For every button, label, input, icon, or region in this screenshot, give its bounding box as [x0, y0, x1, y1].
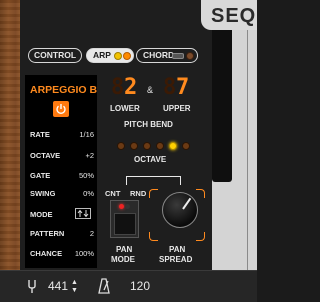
chord-led-icon: [186, 52, 194, 60]
tuning-fork-icon: [28, 280, 36, 293]
tuning-stepper[interactable]: ▲▼: [71, 279, 78, 295]
arp-led-orange-icon: [123, 52, 131, 60]
power-icon: [56, 104, 66, 115]
octave-led-1[interactable]: [117, 142, 125, 150]
octave-led-5[interactable]: [169, 142, 177, 150]
pan-mode-switch-body[interactable]: [114, 213, 136, 235]
up-down-arrows-icon[interactable]: [75, 208, 91, 219]
synth-window: SEQ CONTROL ARP CHORD ARPEGGIO B RATE 1/…: [0, 0, 257, 302]
tab-control-label: CONTROL: [33, 50, 77, 60]
octave-led-6[interactable]: [182, 142, 190, 150]
chord-slot-icon: [172, 53, 184, 59]
param-label: RATE: [30, 130, 50, 139]
pan-spread-label-2: SPREAD: [159, 255, 193, 264]
lower-lcd-digit[interactable]: 2: [124, 77, 137, 99]
param-label: CHANCE: [30, 249, 63, 258]
pan-mode-label-2: MODE: [111, 255, 135, 264]
tab-control[interactable]: CONTROL: [28, 48, 82, 63]
param-label: OCTAVE: [30, 151, 61, 160]
tuning-value[interactable]: 441: [48, 279, 68, 293]
pitch-bend-upper-value: 7: [176, 75, 190, 100]
metronome-icon[interactable]: [98, 278, 110, 294]
pan-mode-switch[interactable]: [110, 200, 139, 238]
pitch-bend-title: PITCH BEND: [124, 120, 173, 129]
param-label: PATTERN: [30, 229, 65, 238]
param-value[interactable]: +2: [85, 151, 94, 160]
frame-corner: [196, 232, 205, 241]
lcd-ghost: 8: [163, 75, 177, 100]
lcd-ghost: 8: [111, 75, 125, 100]
arp-led-yellow-icon: [114, 52, 122, 60]
tab-arp-label: ARP: [93, 50, 111, 60]
bottom-bar: 441 ▲▼ 120: [0, 270, 257, 302]
brand-logo: SEQ: [201, 0, 257, 30]
frame-corner: [149, 232, 158, 241]
key-divider: [247, 30, 248, 270]
param-label: GATE: [30, 171, 51, 180]
upper-label: UPPER: [163, 104, 191, 113]
pan-spread-label-1: PAN: [169, 245, 186, 254]
brand-text: SEQ: [211, 5, 257, 27]
octave-label: OCTAVE: [134, 155, 167, 164]
pan-cnt-label: CNT: [105, 189, 121, 198]
pitch-bend-amp: &: [147, 85, 154, 95]
pan-mode-led-icon: [119, 204, 124, 209]
arp-title[interactable]: ARPEGGIO B: [30, 84, 97, 96]
param-value[interactable]: 0%: [83, 189, 94, 198]
param-value[interactable]: 1/16: [79, 130, 94, 139]
param-value[interactable]: 50%: [79, 171, 94, 180]
param-label: SWING: [30, 189, 56, 198]
param-value[interactable]: 2: [90, 229, 94, 238]
frame-corner: [196, 189, 205, 198]
tab-arp[interactable]: ARP: [86, 48, 134, 63]
pan-mode-bracket: [126, 176, 181, 185]
keyboard-black-key[interactable]: [212, 30, 232, 182]
tab-chord-label: CHORD: [143, 50, 175, 60]
octave-led-3[interactable]: [143, 142, 151, 150]
pitch-bend-lower-value: 2: [124, 75, 138, 100]
tempo-value[interactable]: 120: [130, 279, 150, 293]
pan-mode-label-1: PAN: [116, 245, 133, 254]
octave-led-4[interactable]: [156, 142, 164, 150]
upper-lcd-digit[interactable]: 7: [176, 77, 189, 99]
octave-led-2[interactable]: [130, 142, 138, 150]
lower-label: LOWER: [110, 104, 140, 113]
arp-power-button[interactable]: [53, 101, 69, 117]
param-label: MODE: [30, 210, 53, 219]
tab-chord[interactable]: CHORD: [136, 48, 198, 63]
param-value[interactable]: 100%: [75, 249, 94, 258]
frame-corner: [149, 189, 158, 198]
pan-mode-led-off-icon: [125, 204, 130, 209]
pan-rnd-label: RND: [130, 189, 147, 198]
pan-spread-knob[interactable]: [162, 192, 198, 228]
